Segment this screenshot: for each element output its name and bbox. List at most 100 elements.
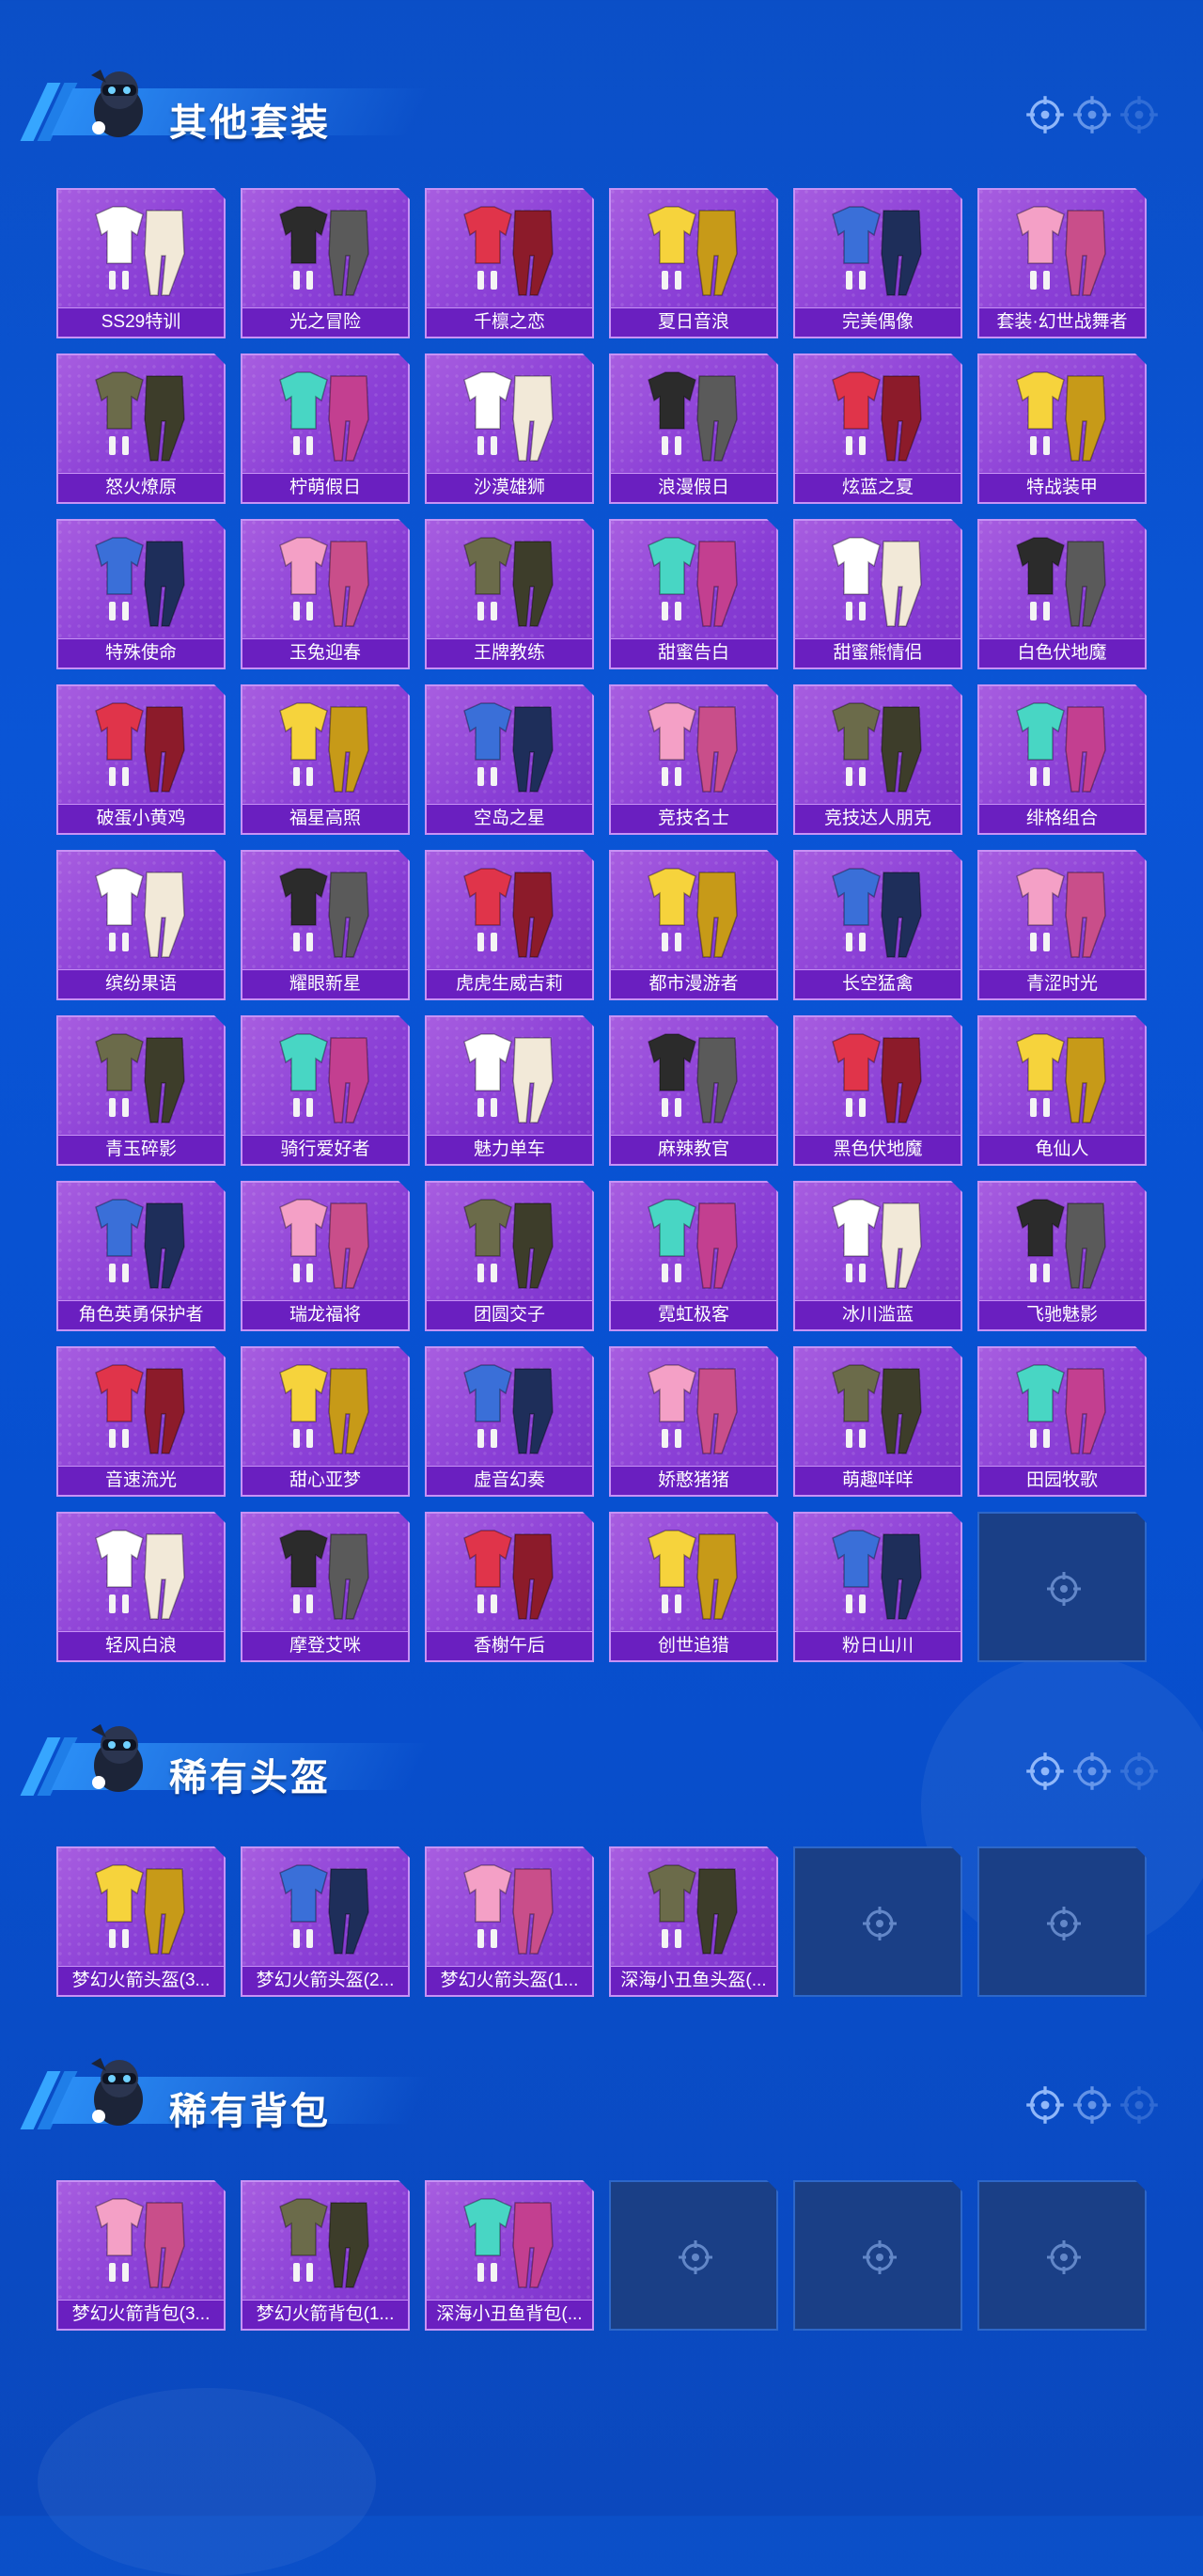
item-image — [832, 702, 922, 793]
item-label: 特战装甲 — [979, 473, 1145, 502]
item-card[interactable]: 音速流光 — [56, 1346, 226, 1497]
item-card[interactable]: 白色伏地魔 — [977, 519, 1147, 669]
header-crosshair-decor — [1024, 1751, 1165, 1798]
item-card[interactable]: 飞驰魅影 — [977, 1181, 1147, 1331]
item-card[interactable]: 长空猛禽 — [793, 850, 962, 1000]
item-label: 完美偶像 — [795, 307, 961, 337]
item-label: 麻辣教官 — [611, 1135, 776, 1164]
item-card[interactable]: 娇憨猪猪 — [609, 1346, 778, 1497]
item-label: 玉兔迎春 — [242, 638, 408, 668]
item-card[interactable]: 夏日音浪 — [609, 188, 778, 338]
item-card[interactable]: 破蛋小黄鸡 — [56, 684, 226, 835]
item-card[interactable]: 套装·幻世战舞者 — [977, 188, 1147, 338]
item-card[interactable]: 香榭午后 — [425, 1512, 594, 1662]
item-card[interactable]: 竞技名士 — [609, 684, 778, 835]
item-image — [648, 1864, 738, 1955]
item-card[interactable]: 炫蓝之夏 — [793, 353, 962, 504]
section-header: 稀有头盔 — [20, 1711, 430, 1805]
item-image — [463, 702, 554, 793]
item-card[interactable]: 甜心亚梦 — [241, 1346, 410, 1497]
section-rare-backpacks: 稀有背包 梦幻火箭背包(3... 梦幻火箭背包(1... 深海小丑鱼背包(... — [0, 2045, 1203, 2364]
item-card[interactable]: 特殊使命 — [56, 519, 226, 669]
item-card[interactable]: 梦幻火箭背包(1... — [241, 2180, 410, 2331]
item-image — [648, 1033, 738, 1123]
item-card[interactable]: 柠萌假日 — [241, 353, 410, 504]
section-other-outfits: 其他套装 SS29特训 光之冒险 千檩之恋 夏日音浪 完美偶像 套装·幻世战舞者 怒火燎原柠… — [0, 0, 1203, 1673]
item-card[interactable]: 角色英勇保护者 — [56, 1181, 226, 1331]
item-image — [95, 371, 185, 462]
item-card[interactable]: 特战装甲 — [977, 353, 1147, 504]
item-card[interactable]: 麻辣教官 — [609, 1015, 778, 1166]
item-card[interactable]: 甜蜜告白 — [609, 519, 778, 669]
item-card[interactable]: 魅力单车 — [425, 1015, 594, 1166]
item-label: 梦幻火箭背包(1... — [242, 2300, 408, 2329]
item-card[interactable]: 粉日山川 — [793, 1512, 962, 1662]
item-image — [95, 206, 185, 296]
item-card[interactable]: 霓虹极客 — [609, 1181, 778, 1331]
item-label: 骑行爱好者 — [242, 1135, 408, 1164]
item-card[interactable]: 轻风白浪 — [56, 1512, 226, 1662]
item-card[interactable]: 福星高照 — [241, 684, 410, 835]
item-label: 冰川滥蓝 — [795, 1300, 961, 1329]
item-image — [279, 371, 369, 462]
item-label: 浪漫假日 — [611, 473, 776, 502]
item-card[interactable]: 虚音幻奏 — [425, 1346, 594, 1497]
item-card[interactable]: 瑞龙福将 — [241, 1181, 410, 1331]
item-card[interactable]: 缤纷果语 — [56, 850, 226, 1000]
item-card[interactable]: 梦幻火箭背包(3... — [56, 2180, 226, 2331]
item-card[interactable]: 王牌教练 — [425, 519, 594, 669]
item-card[interactable]: 甜蜜熊情侣 — [793, 519, 962, 669]
item-card[interactable]: 深海小丑鱼背包(... — [425, 2180, 594, 2331]
item-card[interactable]: 骑行爱好者 — [241, 1015, 410, 1166]
crosshair-icon — [1073, 96, 1111, 134]
item-label: 龟仙人 — [979, 1135, 1145, 1164]
item-card[interactable]: 竞技达人朋克 — [793, 684, 962, 835]
item-image — [648, 868, 738, 958]
item-card[interactable]: 冰川滥蓝 — [793, 1181, 962, 1331]
item-image — [648, 537, 738, 627]
item-card[interactable]: 梦幻火箭头盔(2... — [241, 1846, 410, 1997]
item-card[interactable]: 深海小丑鱼头盔(... — [609, 1846, 778, 1997]
item-card[interactable]: 创世追猎 — [609, 1512, 778, 1662]
item-card[interactable]: 青涩时光 — [977, 850, 1147, 1000]
item-label: 青涩时光 — [979, 969, 1145, 998]
item-card[interactable]: 龟仙人 — [977, 1015, 1147, 1166]
item-card[interactable]: 青玉碎影 — [56, 1015, 226, 1166]
item-label: 炫蓝之夏 — [795, 473, 961, 502]
item-label: 梦幻火箭背包(3... — [58, 2300, 224, 2329]
item-card[interactable]: 完美偶像 — [793, 188, 962, 338]
item-card[interactable]: 千檩之恋 — [425, 188, 594, 338]
item-image — [1016, 537, 1106, 627]
item-card[interactable]: 浪漫假日 — [609, 353, 778, 504]
item-image — [1016, 206, 1106, 296]
crosshair-icon — [679, 2240, 712, 2274]
item-card[interactable]: 梦幻火箭头盔(1... — [425, 1846, 594, 1997]
item-card[interactable]: 团圆交子 — [425, 1181, 594, 1331]
item-label: 轻风白浪 — [58, 1631, 224, 1660]
item-label: 香榭午后 — [427, 1631, 592, 1660]
item-label: 虎虎生威吉莉 — [427, 969, 592, 998]
item-label: 白色伏地魔 — [979, 638, 1145, 668]
item-card[interactable]: 黑色伏地魔 — [793, 1015, 962, 1166]
item-card[interactable]: 绯格组合 — [977, 684, 1147, 835]
item-card[interactable]: 光之冒险 — [241, 188, 410, 338]
mascot-icon — [91, 2058, 143, 2126]
item-image — [95, 868, 185, 958]
item-card[interactable]: 沙漠雄狮 — [425, 353, 594, 504]
item-card[interactable]: 萌趣咩咩 — [793, 1346, 962, 1497]
item-card[interactable]: 怒火燎原 — [56, 353, 226, 504]
item-label: 魅力单车 — [427, 1135, 592, 1164]
item-card[interactable]: 都市漫游者 — [609, 850, 778, 1000]
item-card[interactable]: 虎虎生威吉莉 — [425, 850, 594, 1000]
crosshair-icon — [1026, 1752, 1064, 1790]
header-crosshair-decor — [1024, 94, 1165, 141]
item-card[interactable]: 耀眼新星 — [241, 850, 410, 1000]
item-card[interactable]: SS29特训 — [56, 188, 226, 338]
item-image — [279, 537, 369, 627]
item-card[interactable]: 玉兔迎春 — [241, 519, 410, 669]
crosshair-icon — [863, 2240, 897, 2274]
item-card[interactable]: 空岛之星 — [425, 684, 594, 835]
item-card[interactable]: 摩登艾咪 — [241, 1512, 410, 1662]
item-card[interactable]: 梦幻火箭头盔(3... — [56, 1846, 226, 1997]
item-card[interactable]: 田园牧歌 — [977, 1346, 1147, 1497]
